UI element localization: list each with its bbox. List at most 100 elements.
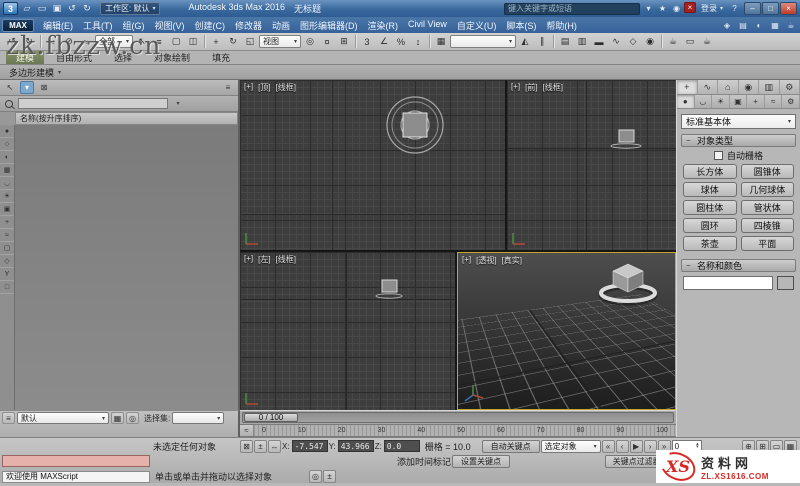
use-pivot-center-icon[interactable]: ◎ xyxy=(302,34,318,49)
display-groups-icon[interactable]: ▢ xyxy=(0,242,14,255)
menubar-right-icon-5[interactable]: ☕ xyxy=(784,19,798,32)
display-helpers-icon[interactable]: + xyxy=(0,216,14,229)
ribbon-tab-freeform[interactable]: 自由形式 xyxy=(46,51,102,64)
select-and-link-icon[interactable]: ∞ xyxy=(44,34,60,49)
box-object[interactable] xyxy=(382,280,397,292)
display-space-warps-icon[interactable]: ≈ xyxy=(0,229,14,242)
explorer-lock-icon[interactable]: ⊠ xyxy=(37,81,51,94)
object-type-rollout-header[interactable]: − 对象类型 xyxy=(681,134,796,147)
rendered-frame-window-icon[interactable]: ▭ xyxy=(682,34,698,49)
new-scene-icon[interactable]: ▱ xyxy=(20,2,34,15)
select-and-scale-icon[interactable]: ◱ xyxy=(242,34,258,49)
sphere-button[interactable]: 球体 xyxy=(683,182,737,197)
modify-tab[interactable]: ∿ xyxy=(698,80,719,94)
viewport-top[interactable]: [+] [顶] [线框] xyxy=(240,80,505,250)
toggle-scene-explorer-icon[interactable]: ▤ xyxy=(557,34,573,49)
open-file-icon[interactable]: ▭ xyxy=(35,2,49,15)
z-coordinate-input[interactable]: 0.0 xyxy=(384,440,420,452)
explorer-settings-icon[interactable]: ≡ xyxy=(221,81,235,94)
bind-to-space-warp-icon[interactable]: ≈ xyxy=(78,34,94,49)
edit-named-selections-icon[interactable]: ▦ xyxy=(433,34,449,49)
help-icon[interactable]: ? xyxy=(728,2,741,15)
explorer-select-icon[interactable]: ↖ xyxy=(3,81,17,94)
tube-button[interactable]: 管状体 xyxy=(741,200,795,215)
display-xrefs-icon[interactable]: ◇ xyxy=(0,255,14,268)
go-to-start-button[interactable]: « xyxy=(602,440,615,453)
render-setup-icon[interactable]: ☕ xyxy=(665,34,681,49)
material-editor-icon[interactable]: ◉ xyxy=(642,34,658,49)
viewport-pov-menu[interactable]: [前] xyxy=(525,82,537,93)
undo-icon[interactable]: ↺ xyxy=(65,2,79,15)
reference-coordinate-dropdown[interactable]: 视图▾ xyxy=(259,35,301,48)
geometry-subtab[interactable]: ● xyxy=(677,95,695,108)
select-and-rotate-icon[interactable]: ↻ xyxy=(225,34,241,49)
favorites-star-icon[interactable]: ★ xyxy=(656,2,669,15)
viewport-shading-menu[interactable]: [线框] xyxy=(276,82,296,93)
display-lights-icon[interactable]: ☀ xyxy=(0,190,14,203)
set-key-button[interactable]: 设置关键点 xyxy=(452,455,510,468)
close-button[interactable]: × xyxy=(780,2,797,15)
communication-center-icon[interactable]: ◉ xyxy=(670,2,683,15)
maximize-button[interactable]: □ xyxy=(762,2,779,15)
layer-dropdown[interactable]: 默认 ▾ xyxy=(17,412,109,424)
transform-gizmo-icon[interactable]: ↔ xyxy=(268,440,281,453)
menu-scripting[interactable]: 脚本(S) xyxy=(501,19,541,32)
menu-tools[interactable]: 工具(T) xyxy=(78,19,118,32)
menu-customize[interactable]: 自定义(U) xyxy=(452,19,502,32)
viewport-general-menu[interactable]: [+] xyxy=(244,82,253,93)
layer-icon[interactable]: ≡ xyxy=(2,412,15,424)
percent-snap-icon[interactable]: % xyxy=(393,34,409,49)
explorer-object-list[interactable] xyxy=(15,125,238,410)
pyramid-button[interactable]: 四棱锥 xyxy=(741,218,795,233)
viewport-pov-menu[interactable]: [顶] xyxy=(258,82,270,93)
teapot-button[interactable]: 茶壶 xyxy=(683,236,737,251)
mirror-icon[interactable]: ◭ xyxy=(517,34,533,49)
chevron-down-icon[interactable]: ▾ xyxy=(58,69,61,76)
display-all-icon[interactable]: ● xyxy=(0,125,14,138)
select-by-name-icon[interactable]: ≡ xyxy=(151,34,167,49)
explorer-filter-dropdown-icon[interactable]: ▾ xyxy=(171,97,185,110)
menu-civil-view[interactable]: Civil View xyxy=(403,19,452,32)
y-coordinate-input[interactable]: 43.966 xyxy=(338,440,374,452)
display-bones-icon[interactable]: Y xyxy=(0,268,14,281)
viewport-general-menu[interactable]: [+] xyxy=(462,255,471,266)
redo-icon[interactable]: ↻ xyxy=(21,34,37,49)
toggle-layer-explorer-icon[interactable]: ▥ xyxy=(574,34,590,49)
save-file-icon[interactable]: ▣ xyxy=(50,2,64,15)
previous-frame-button[interactable]: ‹ xyxy=(616,440,629,453)
torus-button[interactable]: 圆环 xyxy=(683,218,737,233)
explorer-display-icon[interactable]: ▾ xyxy=(20,81,34,94)
window-crossing-icon[interactable]: ◫ xyxy=(185,34,201,49)
play-button[interactable]: ▶ xyxy=(630,440,643,453)
object-color-swatch[interactable] xyxy=(777,276,794,290)
selection-region-icon[interactable]: ▢ xyxy=(168,34,184,49)
viewport-pov-menu[interactable]: [左] xyxy=(258,254,270,265)
polygon-modeling-panel-label[interactable]: 多边形建模 xyxy=(9,66,54,79)
offset-mode-icon[interactable]: ± xyxy=(323,470,336,483)
viewport-front[interactable]: [+] [前] [线框] xyxy=(507,80,676,250)
display-cameras-icon[interactable]: ▣ xyxy=(0,203,14,216)
workspace-dropdown[interactable]: 工作区: 默认 ▾ xyxy=(100,2,160,15)
time-slider-track[interactable]: 0 / 100 xyxy=(242,412,674,423)
space-warps-subtab[interactable]: ≈ xyxy=(765,95,783,108)
curve-editor-icon[interactable]: ∿ xyxy=(608,34,624,49)
toggle-ribbon-icon[interactable]: ▬ xyxy=(591,34,607,49)
box-object[interactable] xyxy=(619,130,634,142)
torus-object[interactable] xyxy=(376,294,402,298)
systems-subtab[interactable]: ⚙ xyxy=(782,95,800,108)
viewport-shading-menu[interactable]: [线框] xyxy=(276,254,296,265)
edit-selection-sets-icon[interactable]: ▦ xyxy=(111,412,124,424)
display-tab[interactable]: ▥ xyxy=(759,80,780,94)
menu-help[interactable]: 帮助(H) xyxy=(541,19,582,32)
redo-icon[interactable]: ↻ xyxy=(80,2,94,15)
keyboard-override-icon[interactable]: ⊞ xyxy=(336,34,352,49)
render-production-icon[interactable]: ☕ xyxy=(699,34,715,49)
display-shapes-icon[interactable]: ◡ xyxy=(0,177,14,190)
selection-filter-dropdown[interactable]: 全部▾ xyxy=(95,35,133,48)
menu-views[interactable]: 视图(V) xyxy=(150,19,190,32)
shapes-subtab[interactable]: ◡ xyxy=(695,95,713,108)
display-geometry-icon[interactable]: ▦ xyxy=(0,164,14,177)
named-selection-sets-dropdown[interactable]: ▾ xyxy=(450,35,516,48)
autogrid-checkbox[interactable] xyxy=(714,151,723,160)
macro-recorder-field[interactable] xyxy=(2,455,150,467)
